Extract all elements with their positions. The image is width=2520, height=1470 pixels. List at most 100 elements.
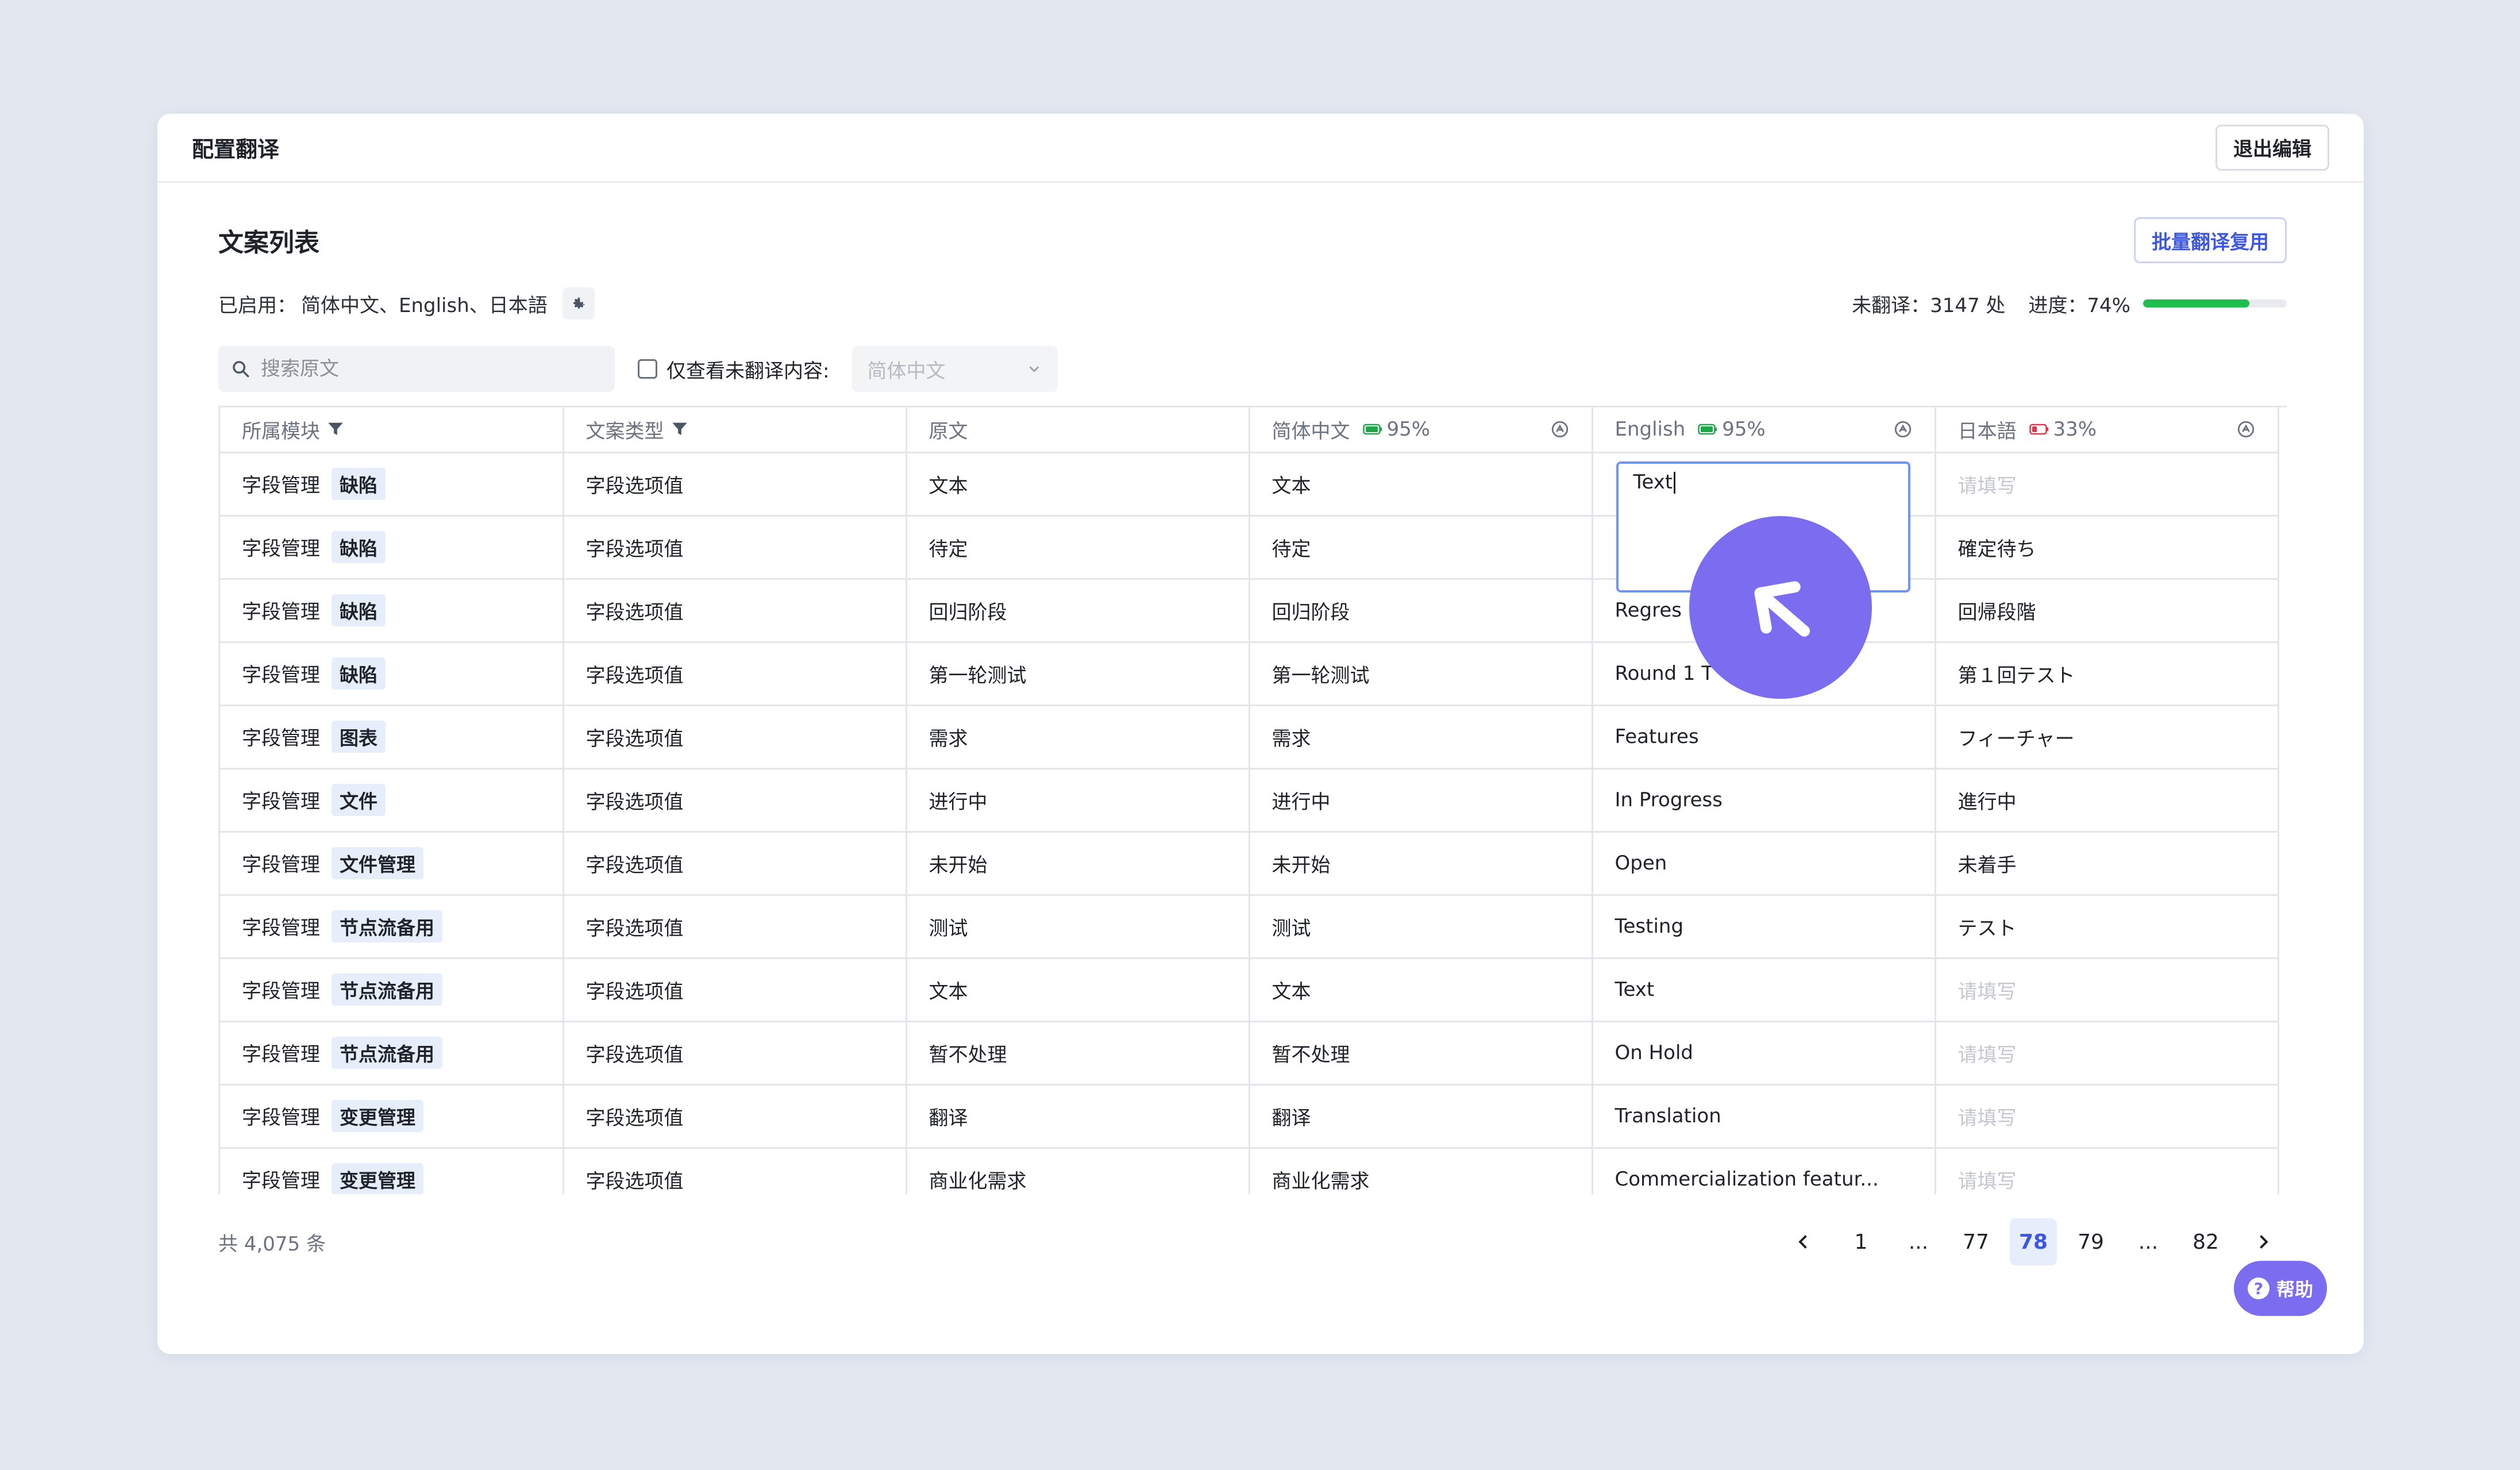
page-ellipsis[interactable]: ... xyxy=(1895,1218,1942,1265)
language-select[interactable]: 简体中文 xyxy=(852,346,1058,392)
en-cell[interactable]: Features xyxy=(1592,705,1936,769)
table-row: 字段管理 图表 字段选项值 需求 需求 Features フィーチャー xyxy=(220,705,2279,769)
table-row: 字段管理 节点流备用 字段选项值 测试 测试 Testing テスト xyxy=(220,895,2279,959)
en-cell[interactable]: Text xyxy=(1592,958,1936,1022)
source-cell: 需求 xyxy=(906,705,1250,769)
module-cell: 字段管理 缺陷 xyxy=(220,515,564,580)
table-row: 字段管理 缺陷 字段选项值 待定 待定 確定待ち xyxy=(220,515,2279,580)
module-tag: 缺陷 xyxy=(332,468,386,500)
module-tag: 变更管理 xyxy=(332,1100,423,1132)
filter-icon[interactable] xyxy=(670,420,689,439)
ja-cell[interactable]: テスト xyxy=(1935,895,2279,959)
search-icon xyxy=(233,361,249,378)
ja-cell[interactable]: 请填写 xyxy=(1935,1021,2279,1086)
enabled-label: 已启用： xyxy=(218,294,296,317)
ja-cell[interactable]: 请填写 xyxy=(1935,452,2279,517)
batch-translate-button[interactable]: 批量翻译复用 xyxy=(2134,217,2287,263)
filter-icon[interactable] xyxy=(326,420,345,439)
column-label-en: English xyxy=(1615,418,1686,441)
column-header-module: 所属模块 xyxy=(220,407,564,453)
ja-cell[interactable]: 第１回テスト xyxy=(1935,642,2279,706)
en-cell[interactable]: Commercialization featur... xyxy=(1592,1148,1936,1194)
panel-title: 配置翻译 xyxy=(192,137,280,162)
column-header-source: 原文 xyxy=(906,407,1250,453)
table-row: 字段管理 节点流备用 字段选项值 暂不处理 暂不处理 On Hold 请填写 xyxy=(220,1021,2279,1086)
progress-value: 74% xyxy=(2087,294,2130,317)
zh-text: 文本 xyxy=(1271,980,1311,1003)
ja-cell[interactable]: 確定待ち xyxy=(1935,515,2279,580)
only-untranslated-toggle[interactable]: 仅查看未翻译内容: xyxy=(638,355,829,383)
en-cell[interactable]: Open xyxy=(1592,832,1936,896)
ja-text: 请填写 xyxy=(1958,1169,2017,1193)
zh-cell[interactable]: 未开始 xyxy=(1249,832,1593,896)
ja-text: 请填写 xyxy=(1958,1043,2017,1067)
prev-page-button[interactable] xyxy=(1780,1218,1827,1265)
page-number[interactable]: 82 xyxy=(2182,1218,2229,1265)
language-settings-button[interactable] xyxy=(562,287,595,320)
search-box[interactable] xyxy=(218,346,615,392)
en-cell[interactable]: Testing xyxy=(1592,895,1936,959)
zh-cell[interactable]: 文本 xyxy=(1249,452,1593,517)
chevron-left-icon xyxy=(1798,1235,1807,1249)
auto-translate-icon[interactable] xyxy=(1550,420,1570,439)
page-ellipsis[interactable]: ... xyxy=(2125,1218,2172,1265)
en-cell[interactable]: Text xyxy=(1592,452,1936,592)
source-text: 第一轮测试 xyxy=(928,664,1027,687)
ja-cell[interactable]: 回帰段階 xyxy=(1935,579,2279,643)
module-name: 字段管理 xyxy=(242,601,320,624)
type-cell: 字段选项值 xyxy=(563,579,907,643)
module-cell: 字段管理 变更管理 xyxy=(220,1148,564,1194)
zh-cell[interactable]: 翻译 xyxy=(1249,1084,1593,1149)
exit-edit-button[interactable]: 退出编辑 xyxy=(2215,124,2329,171)
source-text: 翻译 xyxy=(928,1106,968,1130)
table-row: 字段管理 节点流备用 字段选项值 文本 文本 Text 请填写 xyxy=(220,958,2279,1022)
zh-cell[interactable]: 商业化需求 xyxy=(1249,1148,1593,1194)
ja-cell[interactable]: 進行中 xyxy=(1935,768,2279,833)
ja-cell[interactable]: フィーチャー xyxy=(1935,705,2279,769)
next-page-button[interactable] xyxy=(2240,1218,2287,1265)
ja-cell[interactable]: 请填写 xyxy=(1935,1084,2279,1149)
help-label: 帮助 xyxy=(2276,1279,2313,1300)
zh-cell[interactable]: 回归阶段 xyxy=(1249,579,1593,643)
module-cell: 字段管理 文件 xyxy=(220,768,564,833)
en-text: Testing xyxy=(1615,915,1684,938)
type-cell: 字段选项值 xyxy=(563,515,907,580)
en-cell[interactable]: Translation xyxy=(1592,1084,1936,1149)
ja-cell[interactable]: 请填写 xyxy=(1935,1148,2279,1194)
module-tag: 节点流备用 xyxy=(332,1037,442,1069)
en-cell[interactable]: On Hold xyxy=(1592,1021,1936,1086)
search-input[interactable] xyxy=(261,357,583,380)
page-number[interactable]: 79 xyxy=(2067,1218,2114,1265)
ja-cell[interactable]: 未着手 xyxy=(1935,832,2279,896)
page-number[interactable]: 1 xyxy=(1837,1218,1885,1265)
ja-cell[interactable]: 请填写 xyxy=(1935,958,2279,1022)
type-text: 字段选项值 xyxy=(585,601,684,624)
en-cell[interactable]: In Progress xyxy=(1592,768,1936,833)
help-button[interactable]: ? 帮助 xyxy=(2234,1261,2327,1316)
source-cell: 进行中 xyxy=(906,768,1250,833)
source-cell: 文本 xyxy=(906,958,1250,1022)
zh-cell[interactable]: 待定 xyxy=(1249,515,1593,580)
auto-translate-icon[interactable] xyxy=(1893,420,1913,439)
module-name: 字段管理 xyxy=(242,1043,320,1066)
auto-translate-icon[interactable] xyxy=(2236,420,2256,439)
only-untranslated-checkbox[interactable] xyxy=(638,359,657,379)
source-cell: 待定 xyxy=(906,515,1250,580)
module-name: 字段管理 xyxy=(242,853,320,876)
source-text: 暂不处理 xyxy=(928,1043,1007,1067)
source-cell: 回归阶段 xyxy=(906,579,1250,643)
zh-cell[interactable]: 暂不处理 xyxy=(1249,1021,1593,1086)
panel-header: 配置翻译 退出编辑 xyxy=(157,114,2364,183)
zh-text: 文本 xyxy=(1271,474,1311,498)
zh-cell[interactable]: 第一轮测试 xyxy=(1249,642,1593,706)
zh-cell[interactable]: 测试 xyxy=(1249,895,1593,959)
source-cell: 未开始 xyxy=(906,832,1250,896)
column-label-ja: 日本語 xyxy=(1958,420,2017,443)
zh-cell[interactable]: 进行中 xyxy=(1249,768,1593,833)
zh-cell[interactable]: 文本 xyxy=(1249,958,1593,1022)
column-label-zh: 简体中文 xyxy=(1271,420,1350,443)
page-number[interactable]: 78 xyxy=(2010,1218,2057,1265)
page-number[interactable]: 77 xyxy=(1952,1218,1999,1265)
en-text: In Progress xyxy=(1615,788,1723,811)
zh-cell[interactable]: 需求 xyxy=(1249,705,1593,769)
